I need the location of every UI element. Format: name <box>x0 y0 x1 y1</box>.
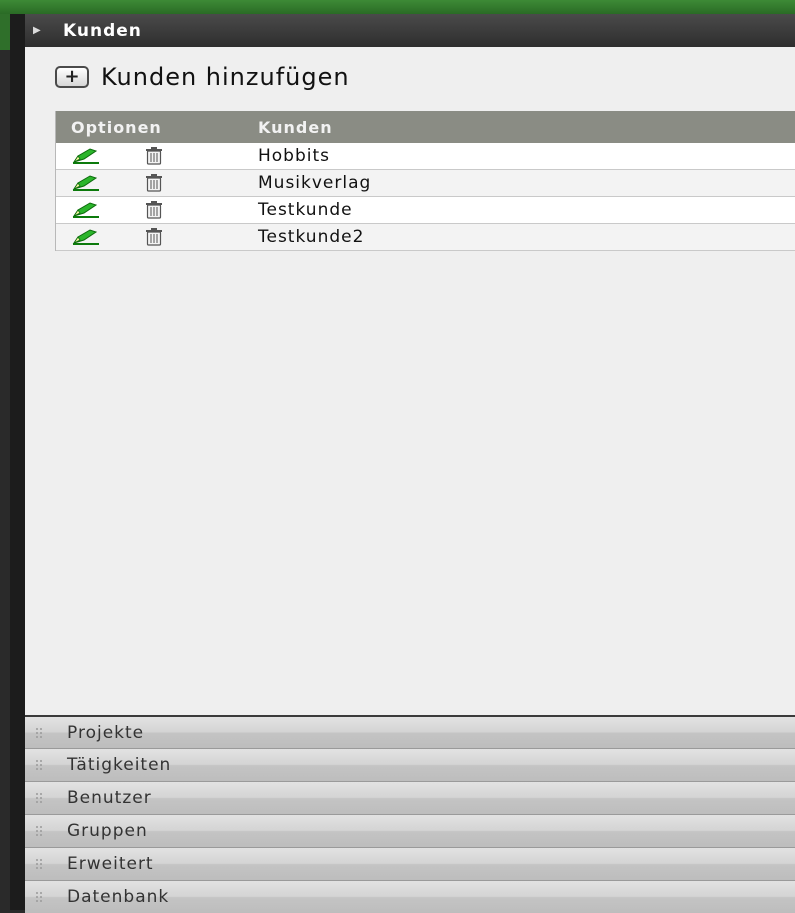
accordion-item-erweitert[interactable]: Erweitert <box>25 847 795 880</box>
grip-dots-icon <box>36 892 42 902</box>
panel-header-kunden[interactable]: ▶ Kunden <box>25 14 795 47</box>
accordion-item-gruppen[interactable]: Gruppen <box>25 814 795 847</box>
customer-name: Testkunde <box>258 200 353 220</box>
accordion-label: Datenbank <box>67 887 170 907</box>
table-row: Musikverlag <box>56 170 795 197</box>
section-accordion: Projekte Tätigkeiten Benutzer Gruppen Er… <box>25 715 795 913</box>
trash-icon[interactable] <box>144 174 164 192</box>
pencil-icon[interactable] <box>71 147 101 165</box>
grip-dots-icon <box>36 826 42 836</box>
pencil-icon[interactable] <box>71 228 101 246</box>
pencil-icon[interactable] <box>71 174 101 192</box>
column-header-optionen[interactable]: Optionen <box>56 118 258 137</box>
plus-icon[interactable]: + <box>55 66 89 88</box>
row-options <box>56 228 258 246</box>
customer-table: Optionen Kunden Hobbits Musikverlag Test… <box>55 111 795 251</box>
kunden-panel: + Kunden hinzufügen Optionen Kunden Hobb… <box>25 47 795 715</box>
trash-icon[interactable] <box>144 228 164 246</box>
grip-dots-icon <box>36 859 42 869</box>
accordion-item-benutzer[interactable]: Benutzer <box>25 781 795 814</box>
left-green-edge <box>0 14 10 50</box>
column-header-kunden[interactable]: Kunden <box>258 118 333 137</box>
add-customer-label[interactable]: Kunden hinzufügen <box>101 63 350 91</box>
trash-icon[interactable] <box>144 147 164 165</box>
grip-dots-icon <box>36 793 42 803</box>
trash-icon[interactable] <box>144 201 164 219</box>
table-row: Hobbits <box>56 143 795 170</box>
accordion-item-taetigkeiten[interactable]: Tätigkeiten <box>25 748 795 781</box>
table-row: Testkunde2 <box>56 224 795 251</box>
accordion-item-projekte[interactable]: Projekte <box>25 715 795 748</box>
row-options <box>56 201 258 219</box>
customer-name: Musikverlag <box>258 173 372 193</box>
customer-name: Hobbits <box>258 146 331 166</box>
accordion-label: Tätigkeiten <box>67 755 172 775</box>
row-options <box>56 174 258 192</box>
triangle-right-icon[interactable]: ▶ <box>33 25 49 36</box>
table-header: Optionen Kunden <box>56 111 795 143</box>
pencil-icon[interactable] <box>71 201 101 219</box>
grip-dots-icon <box>36 760 42 770</box>
accordion-label: Projekte <box>67 722 145 743</box>
accordion-item-datenbank[interactable]: Datenbank <box>25 880 795 913</box>
grip-dots-icon <box>36 727 42 738</box>
row-options <box>56 147 258 165</box>
top-green-strip <box>0 0 795 14</box>
accordion-label: Benutzer <box>67 788 152 808</box>
table-row: Testkunde <box>56 197 795 224</box>
add-customer-button[interactable]: + Kunden hinzufügen <box>55 63 350 91</box>
customer-name: Testkunde2 <box>258 227 365 247</box>
panel-title: Kunden <box>63 20 142 41</box>
accordion-label: Erweitert <box>67 854 154 874</box>
accordion-label: Gruppen <box>67 821 148 841</box>
